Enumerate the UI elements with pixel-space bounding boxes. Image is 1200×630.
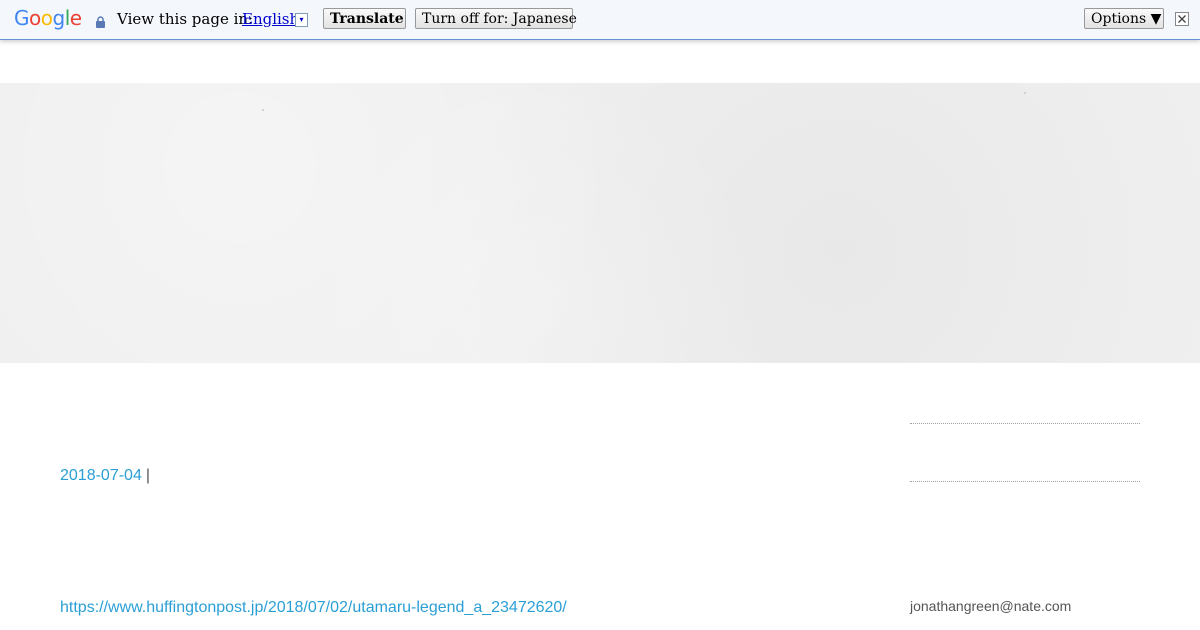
post-date-link[interactable]: 2018-07-04: [60, 467, 142, 484]
sidebar-email: jonathangreen@nate.com: [910, 598, 1072, 614]
google-logo-letter: o: [40, 6, 53, 30]
meta-separator: |: [145, 467, 150, 484]
google-logo-letter: G: [14, 6, 30, 30]
language-select[interactable]: English: [242, 10, 299, 28]
chevron-down-icon[interactable]: ▾: [295, 13, 308, 27]
sidebar-divider: [910, 423, 1140, 424]
texture-speck: [262, 109, 264, 111]
lock-icon: [95, 14, 106, 28]
translate-button[interactable]: Translate: [323, 8, 406, 29]
options-button[interactable]: Options ▼: [1084, 8, 1164, 29]
close-icon[interactable]: [1175, 12, 1189, 26]
post-meta: 2018-07-04 |: [60, 465, 150, 487]
google-logo-letter: e: [69, 6, 82, 30]
texture-speck: [1024, 92, 1026, 94]
translate-bar: Google View this page in: English ▾ Tran…: [0, 0, 1200, 40]
article-link[interactable]: https://www.huffingtonpost.jp/2018/07/02…: [60, 597, 567, 619]
google-logo-letter: o: [29, 6, 41, 30]
turn-off-button[interactable]: Turn off for: Japanese: [415, 8, 577, 29]
google-logo: Google: [14, 6, 82, 30]
header-image: [0, 83, 1200, 363]
google-logo-letter: g: [52, 6, 66, 30]
sidebar-divider: [910, 481, 1140, 482]
view-page-label: View this page in:: [117, 10, 254, 28]
